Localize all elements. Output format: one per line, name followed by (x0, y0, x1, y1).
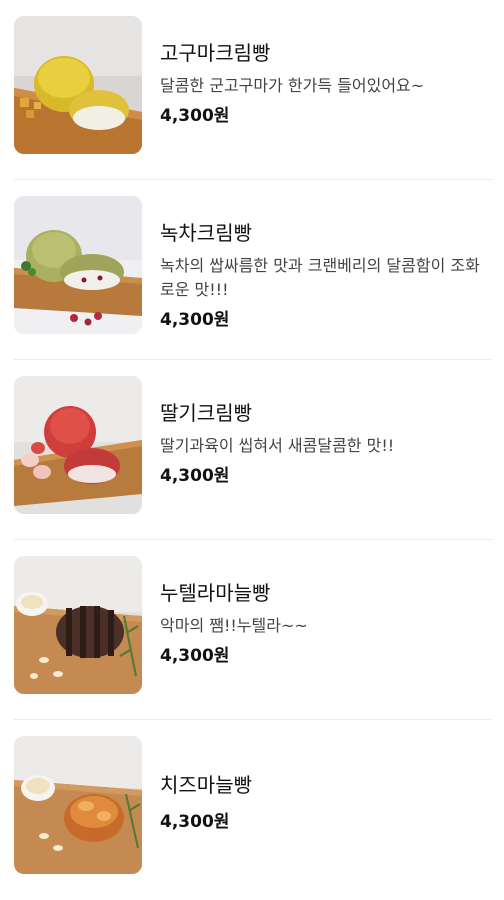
cheese-garlic-bread-image (14, 736, 142, 874)
menu-item-name: 고구마크림빵 (160, 41, 271, 65)
menu-item-name: 딸기크림빵 (160, 401, 252, 425)
menu-list: 고구마크림빵 달콤한 군고구마가 한가득 들어있어요~ 4,300원 녹차크림빵… (0, 0, 504, 874)
menu-item-name: 치즈마늘빵 (160, 773, 252, 797)
menu-item-description: 녹차의 쌉싸름한 맛과 크랜베리의 달콤함이 조화로운 맛!!! (160, 256, 480, 299)
menu-item[interactable]: 녹차크림빵 녹차의 쌉싸름한 맛과 크랜베리의 달콤함이 조화로운 맛!!! 4… (0, 180, 504, 360)
menu-item[interactable]: 누텔라마늘빵 악마의 쨈!!누텔라~~ 4,300원 (0, 540, 504, 720)
menu-item[interactable]: 딸기크림빵 딸기과육이 씹혀서 새콤달콤한 맛!! 4,300원 (0, 360, 504, 540)
sweet-potato-cream-bread-image (14, 16, 142, 154)
menu-item-price: 4,300원 (160, 310, 230, 330)
menu-item-description: 딸기과육이 씹혀서 새콤달콤한 맛!! (160, 436, 395, 455)
menu-item[interactable]: 치즈마늘빵 4,300원 (0, 720, 504, 900)
menu-item[interactable]: 고구마크림빵 달콤한 군고구마가 한가득 들어있어요~ 4,300원 (0, 0, 504, 180)
green-tea-cream-bread-image (14, 196, 142, 334)
menu-item-price: 4,300원 (160, 812, 230, 832)
menu-item-name: 녹차크림빵 (160, 221, 252, 245)
strawberry-cream-bread-image (14, 376, 142, 514)
menu-item-price: 4,300원 (160, 106, 230, 126)
menu-item-description: 달콤한 군고구마가 한가득 들어있어요~ (160, 76, 425, 95)
menu-item-price: 4,300원 (160, 466, 230, 486)
menu-item-price: 4,300원 (160, 646, 230, 666)
menu-item-name: 누텔라마늘빵 (160, 581, 271, 605)
menu-item-description: 악마의 쨈!!누텔라~~ (160, 616, 308, 635)
nutella-garlic-bread-image (14, 556, 142, 694)
